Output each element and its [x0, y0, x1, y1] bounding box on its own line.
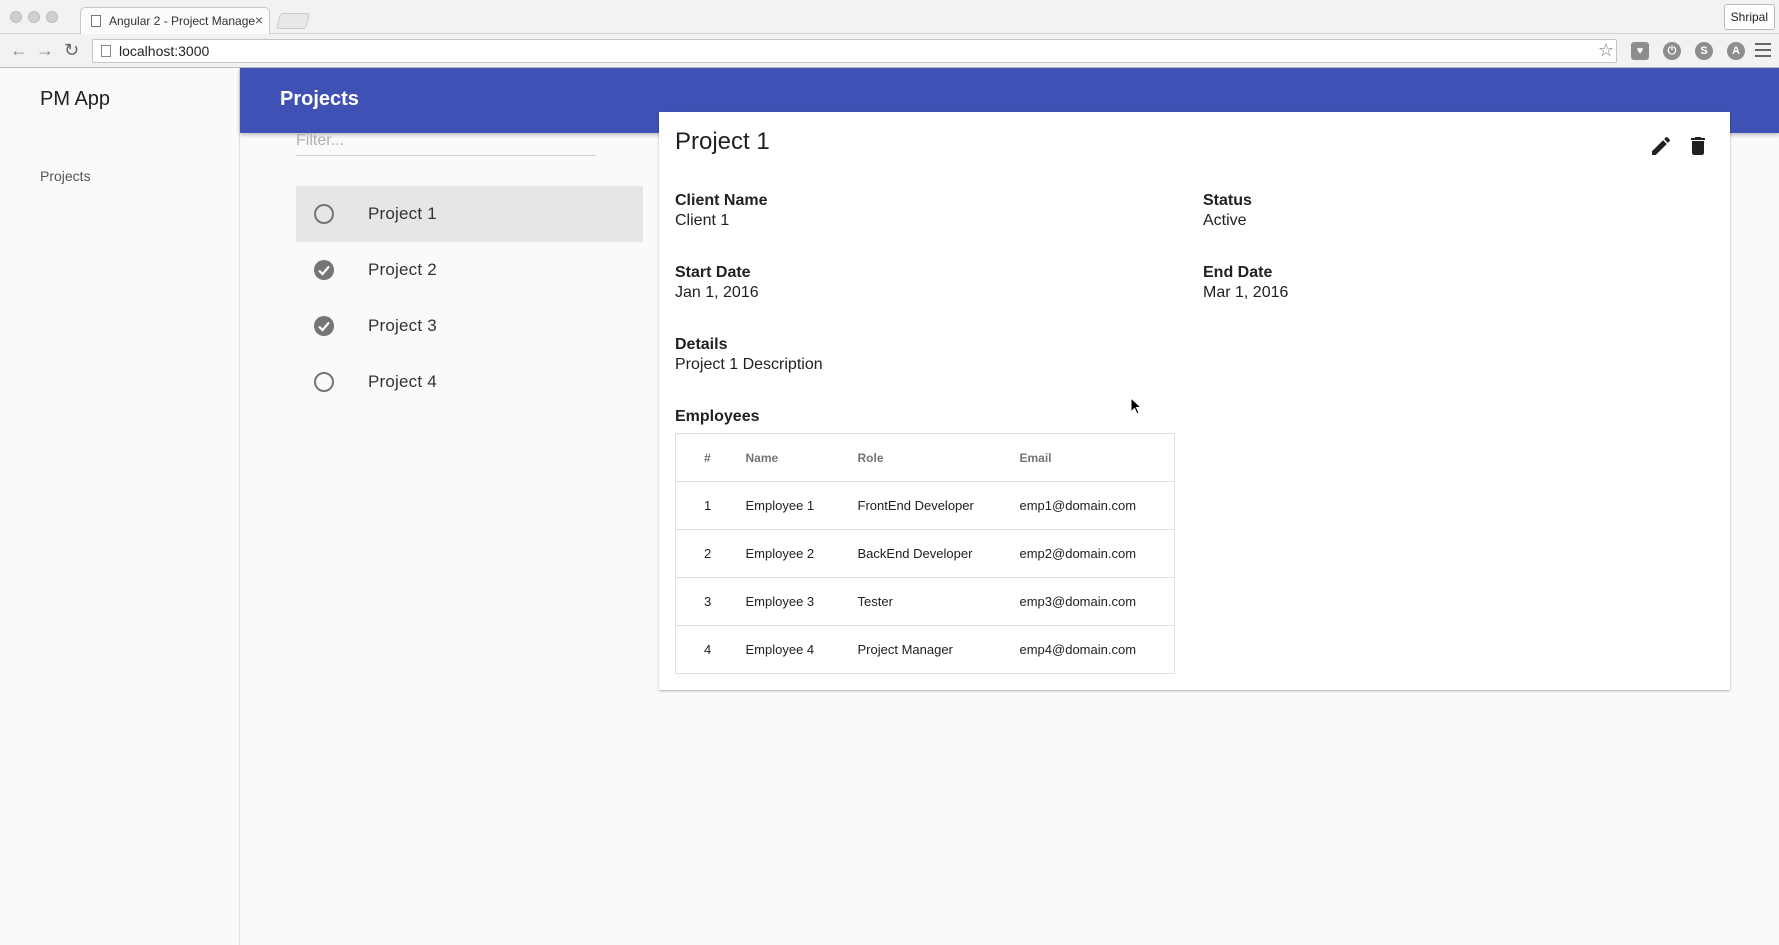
client-name-label: Client Name	[675, 192, 768, 209]
delete-icon[interactable]	[1686, 134, 1710, 158]
end-date-label: End Date	[1203, 264, 1273, 281]
project-label: Project 3	[368, 316, 437, 335]
employee-email: emp3@domain.com	[1019, 577, 1175, 626]
column-header: Name	[745, 433, 858, 482]
skype-icon[interactable]: S	[1695, 42, 1713, 60]
table-row: 2 Employee 2 BackEnd Developer emp2@doma…	[675, 529, 1175, 578]
pocket-icon[interactable]: ♥	[1631, 42, 1649, 60]
project-list: Project 1 Project 2 Project 3 Project 4	[296, 186, 643, 410]
close-window-icon[interactable]	[10, 11, 22, 23]
profile-button[interactable]: Shripal	[1723, 4, 1775, 30]
address-bar[interactable]: localhost:3000 ☆	[92, 39, 1617, 63]
page-icon	[101, 45, 111, 57]
radio-unchecked-icon	[314, 204, 334, 224]
start-date-value: Jan 1, 2016	[675, 284, 759, 301]
project-label: Project 2	[368, 260, 437, 279]
power-icon[interactable]: ⏻	[1663, 42, 1681, 60]
project-label: Project 1	[368, 204, 437, 223]
table-row: 4 Employee 4 Project Manager emp4@domain…	[675, 625, 1175, 674]
status-value: Active	[1203, 212, 1247, 229]
employee-name: Employee 2	[745, 529, 858, 578]
employee-role: BackEnd Developer	[857, 529, 1020, 578]
browser-tab-bar: Angular 2 - Project Manage × Shripal	[0, 0, 1779, 34]
employee-email: emp4@domain.com	[1019, 625, 1175, 674]
employee-number: 1	[675, 481, 746, 530]
mouse-cursor-icon	[1130, 397, 1142, 415]
employee-role: FrontEnd Developer	[857, 481, 1020, 530]
employee-number: 2	[675, 529, 746, 578]
column-header: Role	[857, 433, 1020, 482]
project-label: Project 4	[368, 372, 437, 391]
employee-role: Tester	[857, 577, 1020, 626]
sidebar-item-projects[interactable]: Projects	[40, 168, 91, 184]
table-row: 3 Employee 3 Tester emp3@domain.com	[675, 577, 1175, 626]
column-header: Email	[1019, 433, 1175, 482]
table-header-row: # Name Role Email	[675, 433, 1175, 482]
employee-number: 3	[675, 577, 746, 626]
bookmark-star-icon[interactable]: ☆	[1598, 40, 1614, 61]
project-list-item[interactable]: Project 4	[296, 354, 643, 410]
close-tab-icon[interactable]: ×	[255, 12, 263, 28]
check-circle-icon	[314, 316, 334, 336]
menu-icon[interactable]	[1755, 43, 1771, 61]
project-detail-card: Project 1 Client Name Client 1 Status Ac…	[659, 112, 1730, 690]
angular-icon[interactable]: A	[1727, 42, 1745, 60]
employee-email: emp2@domain.com	[1019, 529, 1175, 578]
project-list-item[interactable]: Project 2	[296, 242, 643, 298]
filter-input[interactable]	[296, 126, 596, 156]
page-icon	[91, 15, 101, 27]
employees-table: # Name Role Email 1 Employee 1 FrontEnd …	[675, 433, 1175, 674]
maximize-window-icon[interactable]	[46, 11, 58, 23]
details-value: Project 1 Description	[675, 356, 823, 373]
employee-role: Project Manager	[857, 625, 1020, 674]
table-row: 1 Employee 1 FrontEnd Developer emp1@dom…	[675, 481, 1175, 530]
check-circle-icon	[314, 260, 334, 280]
browser-tab[interactable]: Angular 2 - Project Manage ×	[80, 7, 270, 34]
employees-label: Employees	[675, 408, 760, 425]
employee-email: emp1@domain.com	[1019, 481, 1175, 530]
sidebar: PM App Projects	[0, 68, 240, 945]
browser-tab-title: Angular 2 - Project Manage	[109, 14, 256, 28]
minimize-window-icon[interactable]	[28, 11, 40, 23]
radio-unchecked-icon	[314, 372, 334, 392]
employee-number: 4	[675, 625, 746, 674]
new-tab-button[interactable]	[275, 13, 311, 29]
employee-name: Employee 1	[745, 481, 858, 530]
employee-name: Employee 3	[745, 577, 858, 626]
employee-name: Employee 4	[745, 625, 858, 674]
start-date-label: Start Date	[675, 264, 751, 281]
page-title: Projects	[280, 88, 359, 110]
client-name-value: Client 1	[675, 212, 730, 229]
edit-icon[interactable]	[1649, 134, 1673, 158]
status-label: Status	[1203, 192, 1252, 209]
reload-icon[interactable]: ↻	[64, 40, 79, 61]
end-date-value: Mar 1, 2016	[1203, 284, 1289, 301]
project-title: Project 1	[675, 128, 770, 155]
project-list-item[interactable]: Project 3	[296, 298, 643, 354]
project-list-item[interactable]: Project 1	[296, 186, 643, 242]
app-brand: PM App	[40, 88, 111, 110]
url-text: localhost:3000	[119, 43, 210, 59]
browser-toolbar: ← → ↻ localhost:3000 ☆ ♥ ⏻ S A	[0, 34, 1779, 68]
forward-icon[interactable]: →	[36, 40, 54, 61]
column-header: #	[675, 433, 746, 482]
back-icon[interactable]: ←	[10, 40, 28, 61]
details-label: Details	[675, 336, 728, 353]
